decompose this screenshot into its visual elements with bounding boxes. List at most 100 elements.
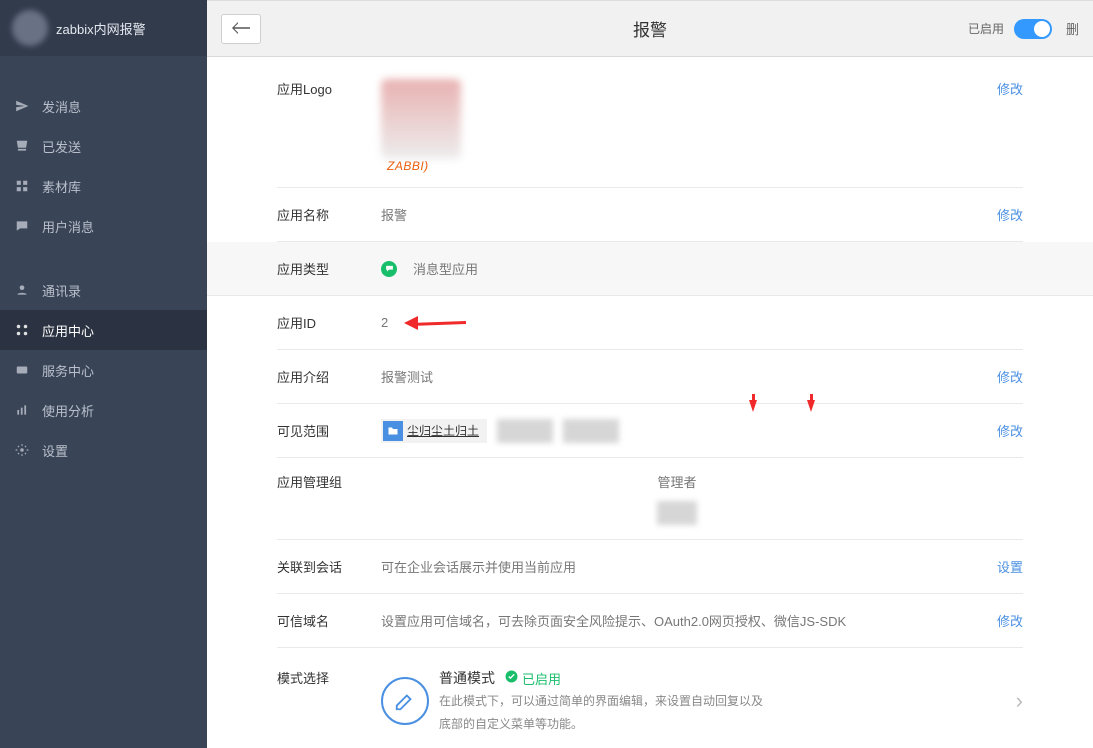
row-session: 关联到会话 可在企业会话展示并使用当前应用 设置 [277,540,1023,594]
send-icon [14,98,30,114]
row-app-logo: 应用Logo ZABBI) 修改 [277,57,1023,188]
session-settings-link[interactable]: 设置 [997,560,1023,575]
sidebar-item-label: 发消息 [42,97,81,116]
row-value: 消息型应用 [381,259,973,278]
scope-chip-text: 尘归尘土归土 [407,422,479,439]
annotation-arrow-down-icon [749,400,757,412]
scope-chip-department[interactable]: 尘归尘土归土 [381,419,487,443]
message-type-icon [381,261,397,277]
row-domain: 可信域名 设置应用可信域名，可去除页面安全风险提示、OAuth2.0网页授权、微… [277,594,1023,648]
app-type-text: 消息型应用 [413,259,478,278]
message-icon [14,218,30,234]
row-label: 模式选择 [277,668,381,687]
sidebar-item-sent[interactable]: 已发送 [0,126,207,166]
app-logo-image [381,79,461,159]
content: 应用Logo ZABBI) 修改 应用名称 报警 修改 应用类型 消息型应用 [207,57,1093,748]
row-value: 报警 [381,205,973,224]
row-app-type: 应用类型 消息型应用 [207,242,1093,296]
outbox-icon [14,138,30,154]
topbar: 报警 已启用 删 [207,1,1093,57]
app-logo-caption: ZABBI) [387,159,429,173]
admin-chip-user[interactable] [657,501,697,525]
chevron-right-icon: › [1016,688,1023,714]
back-button[interactable] [221,14,261,44]
row-mode: 模式选择 普通模式 已启用 在此模式下，可以通过 [277,648,1023,748]
sidebar-menu: 发消息 已发送 素材库 用户消息 通讯录 [0,56,207,470]
enabled-toggle[interactable] [1014,19,1052,39]
row-app-intro: 应用介绍 报警测试 修改 [277,350,1023,404]
sidebar-item-analytics[interactable]: 使用分析 [0,390,207,430]
enabled-label: 已启用 [968,20,1004,37]
mode-status: 已启用 [505,669,561,688]
sidebar-item-user-messages[interactable]: 用户消息 [0,206,207,246]
mode-desc-line-1: 在此模式下，可以通过简单的界面编辑，来设置自动回复以及 [439,692,763,711]
row-label: 应用ID [277,313,381,332]
chart-icon [14,402,30,418]
main: 报警 已启用 删 应用Logo ZABBI) 修改 应用名称 报警 修改 应用类… [207,0,1093,748]
sidebar-item-label: 服务中心 [42,361,94,380]
row-label: 关联到会话 [277,557,381,576]
row-label: 可信域名 [277,611,381,630]
row-label: 应用介绍 [277,367,381,386]
delete-button-partial[interactable]: 删 [1062,19,1079,38]
sidebar-title: zabbix内网报警 [56,19,146,38]
sidebar-item-label: 用户消息 [42,217,94,236]
row-value: 设置应用可信域名，可去除页面安全风险提示、OAuth2.0网页授权、微信JS-S… [381,611,973,630]
annotation-arrow-icon [406,317,476,329]
row-label: 应用管理组 [277,472,381,491]
mode-status-text: 已启用 [522,669,561,688]
sidebar-item-label: 通讯录 [42,281,81,300]
scope-chip-user-2[interactable] [563,419,619,443]
folder-icon [383,421,403,441]
row-value[interactable]: 普通模式 已启用 在此模式下，可以通过简单的界面编辑，来设置自动回复以及 底部的… [381,668,1023,734]
mode-desc-line-2: 底部的自定义菜单等功能。 [439,715,763,734]
row-app-name: 应用名称 报警 修改 [277,188,1023,242]
row-app-id: 应用ID 2 [277,296,1023,350]
sidebar-item-assets[interactable]: 素材库 [0,166,207,206]
service-icon [14,362,30,378]
row-value: 2 [381,315,973,330]
page-title: 报警 [633,16,667,41]
modify-name-link[interactable]: 修改 [997,208,1023,223]
arrow-left-icon [232,18,250,39]
mode-title: 普通模式 [439,668,495,688]
row-label: 应用类型 [277,259,381,278]
row-label: 应用Logo [277,79,381,98]
row-value: ZABBI) [381,79,973,159]
sidebar-item-service-center[interactable]: 服务中心 [0,350,207,390]
topbar-right: 已启用 删 [968,19,1079,39]
sidebar-item-send[interactable]: 发消息 [0,86,207,126]
sidebar-item-label: 素材库 [42,177,81,196]
row-label: 应用名称 [277,205,381,224]
sidebar-item-app-center[interactable]: 应用中心 [0,310,207,350]
admin-group-name: 管理者 [657,472,696,491]
sidebar-item-settings[interactable]: 设置 [0,430,207,470]
contacts-icon [14,282,30,298]
sidebar-item-label: 应用中心 [42,321,94,340]
app-id-value: 2 [381,315,388,330]
sidebar-item-label: 已发送 [42,137,81,156]
assets-icon [14,178,30,194]
row-scope: 可见范围 尘归尘土归土 修改 [277,404,1023,458]
scope-chip-user-1[interactable] [497,419,553,443]
row-value: 尘归尘土归土 [381,419,973,443]
modify-domain-link[interactable]: 修改 [997,614,1023,629]
annotation-arrow-down-icon [807,400,815,412]
row-value: 可在企业会话展示并使用当前应用 [381,557,973,576]
apps-icon [14,322,30,338]
modify-logo-link[interactable]: 修改 [997,82,1023,97]
sidebar-avatar [12,10,48,46]
row-label: 可见范围 [277,421,381,440]
sidebar-header: zabbix内网报警 [0,0,207,56]
sidebar: zabbix内网报警 发消息 已发送 素材库 用户消息 [0,0,207,748]
gear-icon [14,442,30,458]
check-circle-icon [505,670,518,686]
modify-intro-link[interactable]: 修改 [997,370,1023,385]
modify-scope-link[interactable]: 修改 [997,424,1023,439]
sidebar-item-label: 使用分析 [42,401,94,420]
row-value: 报警测试 [381,367,973,386]
edit-mode-icon [381,677,429,725]
row-admin-group: 应用管理组 管理者 [277,458,1023,540]
sidebar-item-label: 设置 [42,441,68,460]
sidebar-item-contacts[interactable]: 通讯录 [0,270,207,310]
